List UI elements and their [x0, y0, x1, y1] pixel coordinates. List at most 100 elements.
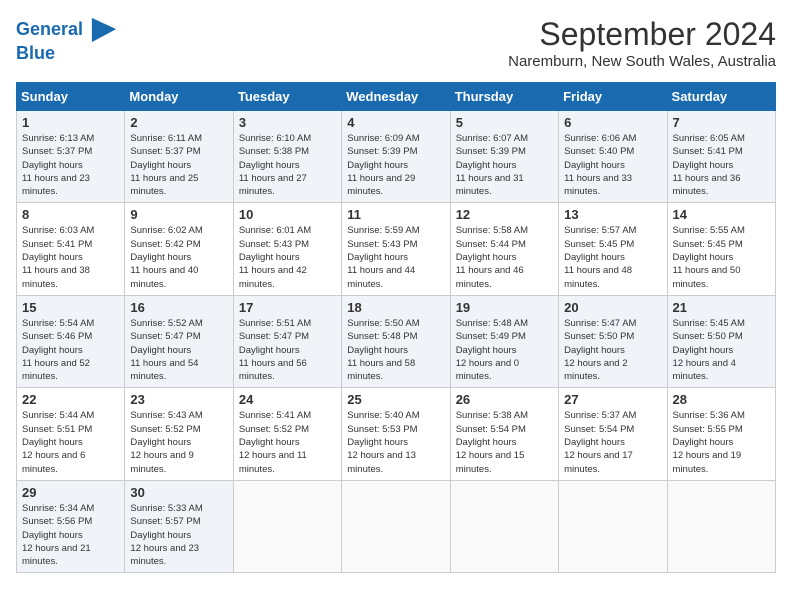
weekday-header-sunday: Sunday [17, 83, 125, 111]
day-info: Sunrise: 6:10 AMSunset: 5:38 PMDaylight … [239, 132, 336, 198]
day-number: 9 [130, 207, 227, 222]
weekday-header-thursday: Thursday [450, 83, 558, 111]
calendar-week-row: 15 Sunrise: 5:54 AMSunset: 5:46 PMDayligh… [17, 295, 776, 387]
calendar-cell: 8Sunrise: 6:03 AMSunset: 5:41 PMDaylight… [17, 203, 125, 295]
day-number: 24 [239, 392, 336, 407]
weekday-header-wednesday: Wednesday [342, 83, 450, 111]
calendar-cell: 17 Sunrise: 5:51 AMSunset: 5:47 PMDayligh… [233, 295, 341, 387]
logo-text: General [16, 16, 118, 44]
weekday-header-monday: Monday [125, 83, 233, 111]
day-number: 29 [22, 485, 119, 500]
calendar-cell [559, 480, 667, 572]
logo: General Blue [16, 16, 118, 64]
day-number: 4 [347, 115, 444, 130]
day-number: 3 [239, 115, 336, 130]
calendar-cell [342, 480, 450, 572]
calendar-week-row: 29Sunrise: 5:34 AMSunset: 5:56 PMDayligh… [17, 480, 776, 572]
day-info: Sunrise: 6:01 AMSunset: 5:43 PMDaylight … [239, 224, 336, 290]
day-number: 1 [22, 115, 119, 130]
day-info: Sunrise: 6:09 AMSunset: 5:39 PMDaylight … [347, 132, 444, 198]
calendar-cell: 15 Sunrise: 5:54 AMSunset: 5:46 PMDayligh… [17, 295, 125, 387]
calendar-cell: 9Sunrise: 6:02 AMSunset: 5:42 PMDaylight… [125, 203, 233, 295]
day-number: 25 [347, 392, 444, 407]
calendar-week-row: 8Sunrise: 6:03 AMSunset: 5:41 PMDaylight… [17, 203, 776, 295]
day-number: 21 [673, 300, 770, 315]
calendar-cell: 18 Sunrise: 5:50 AMSunset: 5:48 PMDayligh… [342, 295, 450, 387]
calendar-cell: 7 Sunrise: 6:05 AMSunset: 5:41 PMDaylight… [667, 111, 775, 203]
calendar-cell: 30 Sunrise: 5:33 AMSunset: 5:57 PMDayligh… [125, 480, 233, 572]
day-number: 23 [130, 392, 227, 407]
calendar-cell [233, 480, 341, 572]
calendar-cell: 11 Sunrise: 5:59 AMSunset: 5:43 PMDayligh… [342, 203, 450, 295]
calendar-cell: 27 Sunrise: 5:37 AMSunset: 5:54 PMDayligh… [559, 388, 667, 480]
calendar-cell: 12 Sunrise: 5:58 AMSunset: 5:44 PMDayligh… [450, 203, 558, 295]
calendar-cell: 6Sunrise: 6:06 AMSunset: 5:40 PMDaylight… [559, 111, 667, 203]
day-number: 2 [130, 115, 227, 130]
calendar-cell: 13Sunrise: 5:57 AMSunset: 5:45 PMDayligh… [559, 203, 667, 295]
calendar-week-row: 22 Sunrise: 5:44 AMSunset: 5:51 PMDayligh… [17, 388, 776, 480]
day-number: 15 [22, 300, 119, 315]
calendar-cell: 20 Sunrise: 5:47 AMSunset: 5:50 PMDayligh… [559, 295, 667, 387]
day-info: Sunrise: 5:47 AMSunset: 5:50 PMDaylight … [564, 317, 661, 383]
calendar-cell: 10 Sunrise: 6:01 AMSunset: 5:43 PMDayligh… [233, 203, 341, 295]
day-info: Sunrise: 6:11 AMSunset: 5:37 PMDaylight … [130, 132, 227, 198]
day-info: Sunrise: 5:57 AMSunset: 5:45 PMDaylight … [564, 224, 661, 290]
calendar-cell: 24 Sunrise: 5:41 AMSunset: 5:52 PMDayligh… [233, 388, 341, 480]
day-number: 8 [22, 207, 119, 222]
day-number: 26 [456, 392, 553, 407]
day-info: Sunrise: 6:07 AMSunset: 5:39 PMDaylight … [456, 132, 553, 198]
calendar-table: SundayMondayTuesdayWednesdayThursdayFrid… [16, 82, 776, 573]
day-number: 16 [130, 300, 227, 315]
day-info: Sunrise: 6:05 AMSunset: 5:41 PMDaylight … [673, 132, 770, 198]
calendar-cell: 26 Sunrise: 5:38 AMSunset: 5:54 PMDayligh… [450, 388, 558, 480]
day-info: Sunrise: 5:33 AMSunset: 5:57 PMDaylight … [130, 502, 227, 568]
day-number: 7 [673, 115, 770, 130]
weekday-header-row: SundayMondayTuesdayWednesdayThursdayFrid… [17, 83, 776, 111]
day-info: Sunrise: 5:48 AMSunset: 5:49 PMDaylight … [456, 317, 553, 383]
calendar-cell: 16 Sunrise: 5:52 AMSunset: 5:47 PMDayligh… [125, 295, 233, 387]
calendar-cell: 28 Sunrise: 5:36 AMSunset: 5:55 PMDayligh… [667, 388, 775, 480]
day-number: 17 [239, 300, 336, 315]
page-header: General Blue September 2024 Naremburn, N… [16, 16, 776, 70]
day-info: Sunrise: 5:52 AMSunset: 5:47 PMDaylight … [130, 317, 227, 383]
day-number: 28 [673, 392, 770, 407]
day-info: Sunrise: 6:13 AMSunset: 5:37 PMDaylight … [22, 132, 119, 198]
day-number: 5 [456, 115, 553, 130]
day-info: Sunrise: 5:37 AMSunset: 5:54 PMDaylight … [564, 409, 661, 475]
weekday-header-friday: Friday [559, 83, 667, 111]
calendar-cell [450, 480, 558, 572]
logo-blue-text: Blue [16, 44, 118, 64]
day-info: Sunrise: 5:44 AMSunset: 5:51 PMDaylight … [22, 409, 119, 475]
day-number: 19 [456, 300, 553, 315]
day-info: Sunrise: 5:51 AMSunset: 5:47 PMDaylight … [239, 317, 336, 383]
day-info: Sunrise: 5:54 AMSunset: 5:46 PMDaylight … [22, 317, 119, 383]
day-number: 22 [22, 392, 119, 407]
day-number: 20 [564, 300, 661, 315]
title-block: September 2024 Naremburn, New South Wale… [508, 16, 776, 70]
day-number: 11 [347, 207, 444, 222]
day-info: Sunrise: 5:45 AMSunset: 5:50 PMDaylight … [673, 317, 770, 383]
day-info: Sunrise: 5:43 AMSunset: 5:52 PMDaylight … [130, 409, 227, 475]
day-number: 12 [456, 207, 553, 222]
day-number: 30 [130, 485, 227, 500]
day-info: Sunrise: 5:38 AMSunset: 5:54 PMDaylight … [456, 409, 553, 475]
day-info: Sunrise: 5:50 AMSunset: 5:48 PMDaylight … [347, 317, 444, 383]
day-info: Sunrise: 5:40 AMSunset: 5:53 PMDaylight … [347, 409, 444, 475]
weekday-header-tuesday: Tuesday [233, 83, 341, 111]
calendar-cell: 29Sunrise: 5:34 AMSunset: 5:56 PMDayligh… [17, 480, 125, 572]
day-number: 27 [564, 392, 661, 407]
day-info: Sunrise: 5:36 AMSunset: 5:55 PMDaylight … [673, 409, 770, 475]
day-number: 10 [239, 207, 336, 222]
location: Naremburn, New South Wales, Australia [508, 53, 776, 70]
day-info: Sunrise: 5:58 AMSunset: 5:44 PMDaylight … [456, 224, 553, 290]
day-info: Sunrise: 5:55 AMSunset: 5:45 PMDaylight … [673, 224, 770, 290]
calendar-cell: 1 Sunrise: 6:13 AMSunset: 5:37 PMDaylight… [17, 111, 125, 203]
month-year: September 2024 [508, 16, 776, 53]
day-number: 18 [347, 300, 444, 315]
day-info: Sunrise: 5:41 AMSunset: 5:52 PMDaylight … [239, 409, 336, 475]
day-number: 14 [673, 207, 770, 222]
calendar-cell: 22 Sunrise: 5:44 AMSunset: 5:51 PMDayligh… [17, 388, 125, 480]
weekday-header-saturday: Saturday [667, 83, 775, 111]
calendar-cell [667, 480, 775, 572]
day-info: Sunrise: 5:59 AMSunset: 5:43 PMDaylight … [347, 224, 444, 290]
